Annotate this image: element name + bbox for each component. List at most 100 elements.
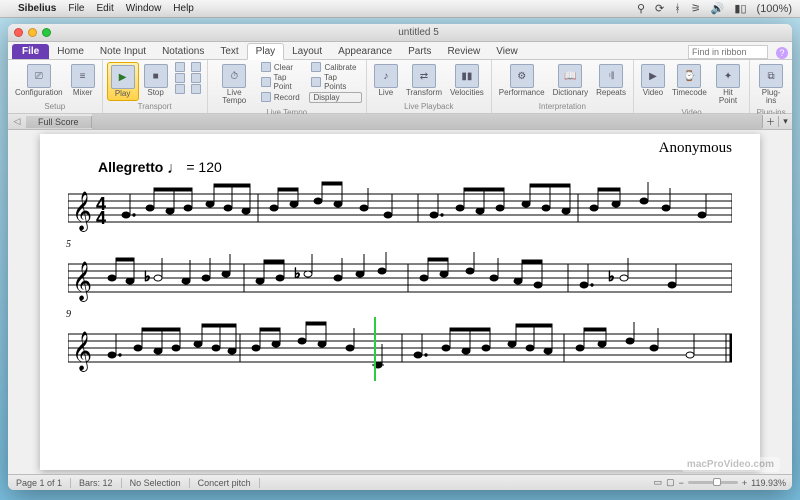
mixer-button[interactable]: ≡Mixer <box>68 62 98 99</box>
dictionary-button[interactable]: 📖Dictionary <box>550 62 592 99</box>
tab-menu-button[interactable]: ▾ <box>778 116 792 127</box>
svg-text:4: 4 <box>96 208 106 228</box>
page-icon[interactable]: ▢ <box>666 477 675 488</box>
svg-text:𝄞: 𝄞 <box>72 332 92 372</box>
repeats-button[interactable]: 𝄇Repeats <box>593 62 629 99</box>
tab-review[interactable]: Review <box>439 44 488 59</box>
tab-appearance[interactable]: Appearance <box>330 44 400 59</box>
transform-button[interactable]: ⇄Transform <box>403 62 445 99</box>
zoom-controls: ▭ ▢ − + 119.93% <box>648 477 792 488</box>
tab-view[interactable]: View <box>488 44 526 59</box>
menu-file[interactable]: File <box>68 3 84 14</box>
clear-button[interactable]: Clear <box>259 62 308 72</box>
group-label: Interpretation <box>496 101 629 111</box>
composer-text: Anonymous <box>68 140 732 157</box>
file-tab[interactable]: File <box>12 44 49 59</box>
rewind-button[interactable] <box>173 62 187 72</box>
tab-parts[interactable]: Parts <box>400 44 439 59</box>
hitpoint-button[interactable]: ✦Hit Point <box>711 62 745 107</box>
tap-points-button[interactable]: Tap Points <box>309 73 361 91</box>
playback-cursor <box>374 317 376 381</box>
group-live-playback: ♪Live ⇄Transform ▮▮Velocities Live Playb… <box>367 60 492 113</box>
menu-edit[interactable]: Edit <box>96 3 113 14</box>
zoom-slider[interactable] <box>688 481 738 484</box>
panorama-icon[interactable]: ▭ <box>654 477 663 488</box>
svg-text:♭: ♭ <box>144 268 151 284</box>
menu-help[interactable]: Help <box>173 3 194 14</box>
tab-home[interactable]: Home <box>49 44 92 59</box>
tap-point-button[interactable]: Tap Point <box>259 73 308 91</box>
skip-back-button[interactable] <box>189 62 203 72</box>
titlebar: untitled 5 <box>8 24 792 42</box>
live-tempo-button[interactable]: ⏱Live Tempo <box>212 62 257 107</box>
traffic-lights <box>14 28 51 37</box>
menubar-status: ⚲ ⟳ ᚼ ⚞ 🔊 ▮▯ (100%) <box>637 2 792 15</box>
velocities-button[interactable]: ▮▮Velocities <box>447 62 487 99</box>
staff-svg: 𝄞 <box>68 320 732 378</box>
group-video: ▶Video ⌚Timecode ✦Hit Point Video <box>634 60 750 113</box>
staff-svg: 𝄞 4 4 <box>68 180 732 238</box>
staff-svg: 𝄞 ♭ ♭ <box>68 250 732 308</box>
configuration-button[interactable]: ⎚Configuration <box>12 62 66 99</box>
calibrate-button[interactable]: Calibrate <box>309 62 361 72</box>
volume-icon[interactable]: 🔊 <box>711 2 725 15</box>
svg-text:𝄞: 𝄞 <box>72 262 92 302</box>
full-score-tab[interactable]: Full Score <box>26 116 92 128</box>
sync-icon[interactable]: ⟳ <box>655 2 664 15</box>
ribbon-body: ⎚Configuration ≡Mixer Setup ▶Play ■Stop <box>8 60 792 114</box>
tab-play[interactable]: Play <box>247 43 284 60</box>
minimize-button[interactable] <box>28 28 37 37</box>
plugins-button[interactable]: ⧉Plug-ins <box>754 62 788 107</box>
play-button[interactable]: ▶Play <box>107 62 139 101</box>
record-button[interactable]: Record <box>259 92 308 102</box>
document-tabs-bar: ◁ Full Score ＋ ▾ <box>8 114 792 130</box>
zoom-out-button[interactable]: − <box>679 478 684 488</box>
zoom-value[interactable]: 119.93% <box>751 478 786 488</box>
status-page: Page 1 of 1 <box>8 478 71 488</box>
ribbon-tabs: File Home Note Input Notations Text Play… <box>8 42 792 60</box>
live-playback-button[interactable]: ♪Live <box>371 62 401 99</box>
menu-window[interactable]: Window <box>126 3 162 14</box>
mac-menubar: Sibelius File Edit Window Help ⚲ ⟳ ᚼ ⚞ 🔊… <box>0 0 800 18</box>
tempo-marking: Allegretto ♩ = 120 <box>98 159 732 178</box>
performance-button[interactable]: ⚙Performance <box>496 62 548 99</box>
timecode-button[interactable]: ⌚Timecode <box>670 62 709 99</box>
score-viewport[interactable]: Anonymous Allegretto ♩ = 120 𝄞 4 4 <box>8 130 792 474</box>
zoom-in-button[interactable]: + <box>742 478 747 488</box>
skip-fwd-button[interactable] <box>189 73 203 83</box>
tab-notations[interactable]: Notations <box>154 44 212 59</box>
tab-note-input[interactable]: Note Input <box>92 44 154 59</box>
fastfwd-button[interactable] <box>173 73 187 83</box>
wifi-icon[interactable]: ⚞ <box>691 2 701 15</box>
window-title: untitled 5 <box>51 27 786 38</box>
video-button[interactable]: ▶Video <box>638 62 668 99</box>
group-transport: ▶Play ■Stop Transport <box>103 60 208 113</box>
zoom-button[interactable] <box>42 28 51 37</box>
loop-button[interactable] <box>173 84 187 94</box>
ribbon-search-input[interactable] <box>688 45 768 59</box>
close-button[interactable] <box>14 28 23 37</box>
bar-number: 9 <box>66 309 71 320</box>
menu-app[interactable]: Sibelius <box>18 3 56 14</box>
help-icon[interactable]: ? <box>776 47 788 59</box>
new-tab-button[interactable]: ＋ <box>762 115 778 128</box>
svg-text:𝄞: 𝄞 <box>72 192 92 232</box>
group-interpretation: ⚙Performance 📖Dictionary 𝄇Repeats Interp… <box>492 60 634 113</box>
stop-button[interactable]: ■Stop <box>141 62 171 99</box>
bar-number: 5 <box>66 239 71 250</box>
tab-text[interactable]: Text <box>212 44 246 59</box>
bluetooth-icon[interactable]: ᚼ <box>674 3 681 15</box>
battery-text: (100%) <box>757 3 792 15</box>
group-label: Transport <box>107 101 203 111</box>
score-page: Anonymous Allegretto ♩ = 120 𝄞 4 4 <box>40 134 760 470</box>
battery-icon[interactable]: ▮▯ <box>734 2 746 15</box>
group-label: Live Playback <box>371 101 487 111</box>
watermark: macProVideo.com <box>681 457 780 472</box>
ribbon-search <box>688 45 768 59</box>
tab-layout[interactable]: Layout <box>284 44 330 59</box>
status-pitch: Concert pitch <box>190 478 260 488</box>
display-button[interactable]: Display <box>309 92 361 103</box>
rec-button[interactable] <box>189 84 203 94</box>
back-button[interactable]: ◁ <box>8 116 26 127</box>
spotlight-icon[interactable]: ⚲ <box>637 2 645 15</box>
